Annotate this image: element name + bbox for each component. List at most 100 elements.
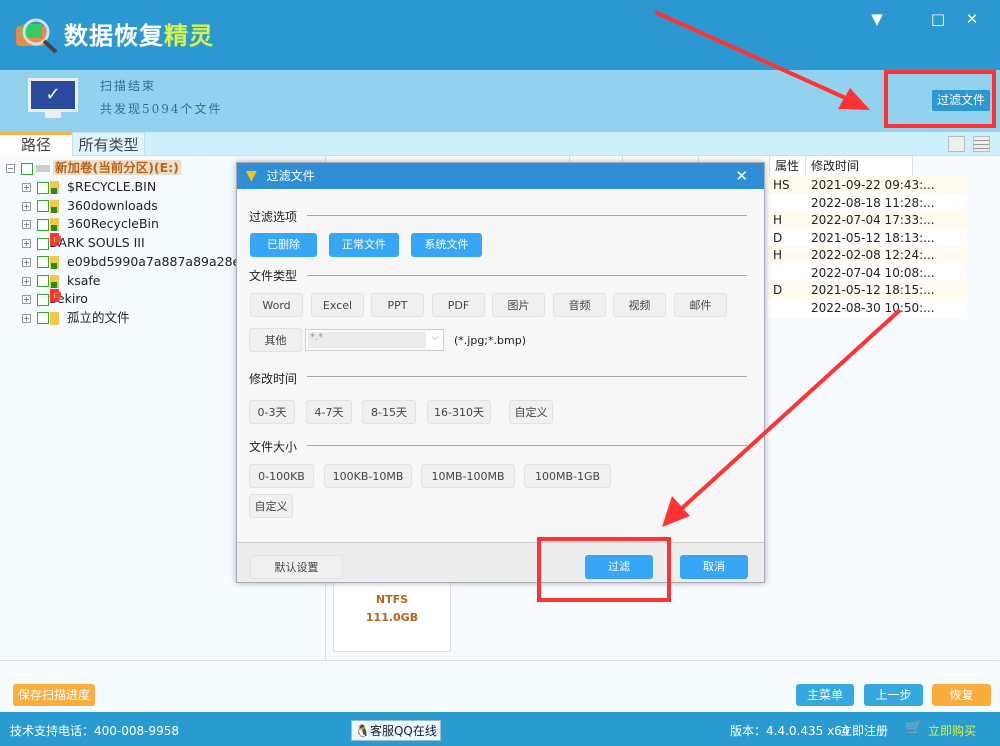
table-row[interactable]: 2022-07-04 10:08:... — [767, 263, 967, 282]
extension-select[interactable]: *.* ⌵ — [305, 329, 444, 351]
tab-path[interactable]: 路径 — [0, 132, 72, 156]
type-other[interactable]: 其他 — [249, 328, 302, 352]
checkbox[interactable] — [37, 293, 49, 306]
mtime-cell: 2022-08-18 11:28:... — [811, 195, 935, 210]
column-header-mtime[interactable]: 修改时间 — [806, 156, 913, 176]
extension-value[interactable]: *.* — [308, 332, 426, 348]
tree-item[interactable]: +360RecycleBin — [22, 214, 159, 233]
expand-icon[interactable]: + — [22, 183, 31, 192]
option-system[interactable]: 系统文件 — [411, 233, 482, 257]
list-view-icon[interactable] — [973, 136, 990, 152]
tree-root[interactable]: − 新加卷(当前分区)(E:) — [6, 158, 181, 177]
sizes-button[interactable]: 100MB-1GB — [524, 464, 611, 488]
main-menu-button[interactable]: 主菜单 — [796, 684, 854, 706]
expand-icon[interactable]: + — [22, 201, 31, 211]
partition-card[interactable]: NTFS 111.0GB — [333, 574, 451, 652]
size-custom[interactable]: 自定义 — [249, 494, 293, 518]
types-button[interactable]: PPT — [371, 293, 424, 317]
types-button[interactable]: Word — [250, 293, 303, 317]
divider — [307, 275, 747, 276]
option-normal[interactable]: 正常文件 — [329, 233, 399, 257]
table-row[interactable]: D 2021-05-12 18:15:... — [767, 281, 967, 299]
table-row[interactable]: D 2021-05-12 18:13:... — [767, 228, 967, 247]
section-size: 文件大小 — [249, 440, 298, 454]
save-scan-progress-button[interactable]: 保存扫描进度 — [13, 684, 95, 706]
table-row[interactable]: 2022-08-30 10:50:... — [767, 298, 967, 317]
expand-icon[interactable]: + — [22, 239, 31, 249]
checkbox[interactable] — [21, 162, 33, 175]
cancel-button[interactable]: 取消 — [680, 555, 748, 579]
tree-item[interactable]: + DARK SOULS III — [22, 233, 145, 252]
checkbox[interactable] — [37, 181, 49, 194]
dialog-title-bar: ▼ 过滤文件 ✕ — [237, 163, 764, 189]
mtimes-button[interactable]: 8-15天 — [362, 400, 416, 424]
mtimes-button[interactable]: 自定义 — [509, 400, 553, 424]
folder-icon — [50, 311, 59, 325]
thumbnail-view-icon[interactable] — [948, 136, 965, 152]
expand-icon[interactable]: + — [22, 220, 31, 230]
checkbox[interactable] — [37, 218, 49, 231]
dialog-close-icon[interactable]: ✕ — [735, 163, 748, 189]
mtimes-button[interactable]: 4-7天 — [306, 400, 352, 424]
app-title: 数据恢复精灵 — [64, 22, 214, 50]
register-link[interactable]: 立即注册 — [840, 722, 888, 739]
tab-all-types[interactable]: 所有类型 — [72, 132, 145, 156]
table-row[interactable]: H 2022-07-04 17:33:... — [767, 211, 967, 229]
tree-item[interactable]: + 孤立的文件 — [22, 308, 130, 327]
checkbox[interactable] — [37, 256, 49, 269]
buy-link[interactable]: 立即购买 — [928, 722, 976, 739]
found-count: 共发现5094个文件 — [100, 102, 223, 116]
previous-step-button[interactable]: 上一步 — [864, 684, 923, 706]
sizes-button[interactable]: 10MB-100MB — [421, 464, 515, 488]
table-row[interactable]: HS 2021-09-22 09:43:... — [767, 176, 967, 194]
mtimes-button[interactable]: 0-3天 — [249, 400, 295, 424]
sizes-button[interactable]: 100KB-10MB — [324, 464, 412, 488]
checkbox[interactable] — [37, 275, 49, 287]
attr-cell: H — [773, 213, 783, 227]
types-button[interactable]: Excel — [311, 293, 364, 317]
collapse-icon[interactable]: − — [6, 164, 15, 173]
types-button[interactable]: PDF — [432, 293, 485, 317]
types-button[interactable]: 视频 — [613, 293, 666, 317]
attr-cell: H — [773, 248, 783, 262]
chevron-down-icon[interactable]: ⌵ — [431, 332, 439, 343]
sizes-button[interactable]: 0-100KB — [249, 464, 314, 488]
tree-item-label: 360downloads — [67, 197, 158, 213]
tree-item[interactable]: + ksafe — [22, 271, 101, 290]
menu-dropdown-button[interactable]: ▼ — [865, 8, 889, 30]
recover-button[interactable]: 恢复 — [932, 684, 991, 706]
monitor-stand — [45, 112, 61, 118]
divider — [307, 445, 747, 446]
expand-icon[interactable]: + — [22, 295, 31, 305]
close-button[interactable]: ✕ — [960, 8, 984, 30]
types-button[interactable]: 音频 — [553, 293, 606, 317]
tab-bar: 路径 所有类型 — [0, 132, 1000, 156]
tree-item-label: $RECYCLE.BIN — [67, 179, 157, 194]
checkbox[interactable] — [37, 237, 49, 250]
attr-cell: D — [773, 230, 783, 245]
tree-item[interactable]: + $RECYCLE.BIN — [22, 177, 156, 196]
checkbox[interactable] — [37, 200, 49, 213]
extension-hint: (*.jpg;*.bmp) — [454, 334, 526, 347]
table-row[interactable]: 2022-08-18 11:28:... — [767, 193, 967, 212]
mtime-cell: 2022-08-30 10:50:... — [811, 300, 935, 315]
support-phone: 技术支持电话：400-008-9958 — [10, 724, 180, 738]
types-button[interactable]: 图片 — [492, 293, 545, 317]
mtimes-button[interactable]: 16-310天 — [427, 400, 491, 424]
tree-item[interactable]: +360downloads — [22, 196, 158, 215]
mtime-cell: 2021-05-12 18:13:... — [811, 230, 935, 245]
expand-icon[interactable]: + — [22, 313, 31, 323]
expand-icon[interactable]: + — [22, 276, 31, 286]
types-button[interactable]: 邮件 — [674, 293, 727, 317]
monitor-check-icon: ✓ — [28, 78, 78, 112]
tree-item[interactable]: + Sekiro — [22, 289, 88, 308]
expand-icon[interactable]: + — [22, 257, 31, 267]
maximize-button[interactable]: □ — [926, 8, 950, 30]
default-settings-button[interactable]: 默认设置 — [250, 555, 343, 579]
qq-support-button[interactable]: 🐧客服QQ在线 — [351, 720, 441, 741]
column-header-attr[interactable]: 属性 — [770, 156, 806, 176]
option-deleted[interactable]: 已删除 — [250, 233, 317, 257]
table-row[interactable]: H 2022-02-08 12:24:... — [767, 246, 967, 264]
folder-icon — [50, 218, 59, 232]
checkbox[interactable] — [37, 312, 49, 325]
